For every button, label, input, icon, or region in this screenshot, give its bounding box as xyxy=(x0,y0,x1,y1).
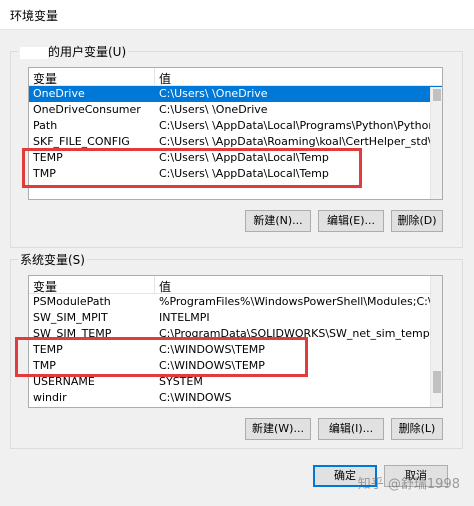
user-list-scrollbar[interactable] xyxy=(430,87,442,199)
variable-name: OneDrive xyxy=(33,87,85,100)
user-variables-label: 的用户变量(U) xyxy=(18,43,129,60)
window-title: 环境变量 xyxy=(10,9,59,23)
column-header-variable[interactable]: 变量 xyxy=(33,70,57,87)
column-separator xyxy=(154,276,155,294)
system-edit-button[interactable]: 编辑(I)... xyxy=(318,418,384,440)
system-row[interactable]: windir C:\WINDOWS xyxy=(29,390,442,406)
highlight-box-system-temp xyxy=(15,337,308,377)
user-new-button[interactable]: 新建(N)... xyxy=(245,210,311,232)
variable-name: SW_SIM_MPIT xyxy=(33,311,108,324)
variable-value: C:\Users\ \OneDrive xyxy=(159,87,268,100)
variable-name: windir xyxy=(33,391,67,404)
column-header-value[interactable]: 值 xyxy=(159,278,171,295)
user-list-header: 变量 值 xyxy=(29,68,442,86)
column-separator xyxy=(154,68,155,86)
variable-value: C:\Users\ \OneDrive xyxy=(159,103,268,116)
variable-value: %ProgramFiles%\WindowsPowerShell\Modules… xyxy=(159,295,443,308)
variable-value: C:\Users\ \AppData\Local\Programs\Python… xyxy=(159,119,443,132)
system-list-scrollbar[interactable] xyxy=(430,276,442,407)
user-list-scroll-thumb[interactable] xyxy=(433,89,441,101)
variable-value: C:\Users\ \AppData\Roaming\koal\CertHelp… xyxy=(159,135,443,148)
column-header-variable[interactable]: 变量 xyxy=(33,278,57,295)
title-bar: 环境变量 xyxy=(0,0,474,30)
user-row[interactable]: Path C:\Users\ \AppData\Local\Programs\Py… xyxy=(29,118,442,134)
variable-name: OneDriveConsumer xyxy=(33,103,141,116)
variable-name: PSModulePath xyxy=(33,295,111,308)
system-row[interactable]: SW_SIM_MPIT INTELMPI xyxy=(29,310,442,326)
variable-value: INTELMPI xyxy=(159,311,210,324)
system-list-header: 变量 值 xyxy=(29,276,442,294)
system-variables-label: 系统变量(S) xyxy=(18,251,87,268)
user-edit-button[interactable]: 编辑(E)... xyxy=(318,210,384,232)
column-header-value[interactable]: 值 xyxy=(159,70,171,87)
redacted-username xyxy=(20,46,48,59)
user-row[interactable]: OneDriveConsumer C:\Users\ \OneDrive xyxy=(29,102,442,118)
watermark: 知乎 @舒瑞1998 xyxy=(357,477,460,492)
variable-name: SKF_FILE_CONFIG xyxy=(33,135,130,148)
highlight-box-user-temp xyxy=(22,148,362,188)
system-new-button[interactable]: 新建(W)... xyxy=(245,418,311,440)
system-delete-button[interactable]: 删除(L) xyxy=(391,418,443,440)
variable-name: Path xyxy=(33,119,58,132)
system-list-scroll-thumb[interactable] xyxy=(433,371,441,393)
user-row[interactable]: OneDrive C:\Users\ \OneDrive xyxy=(29,86,442,102)
variable-value: C:\WINDOWS xyxy=(159,391,232,404)
system-row[interactable]: PSModulePath %ProgramFiles%\WindowsPowerS… xyxy=(29,294,442,310)
user-delete-button[interactable]: 删除(D) xyxy=(391,210,443,232)
